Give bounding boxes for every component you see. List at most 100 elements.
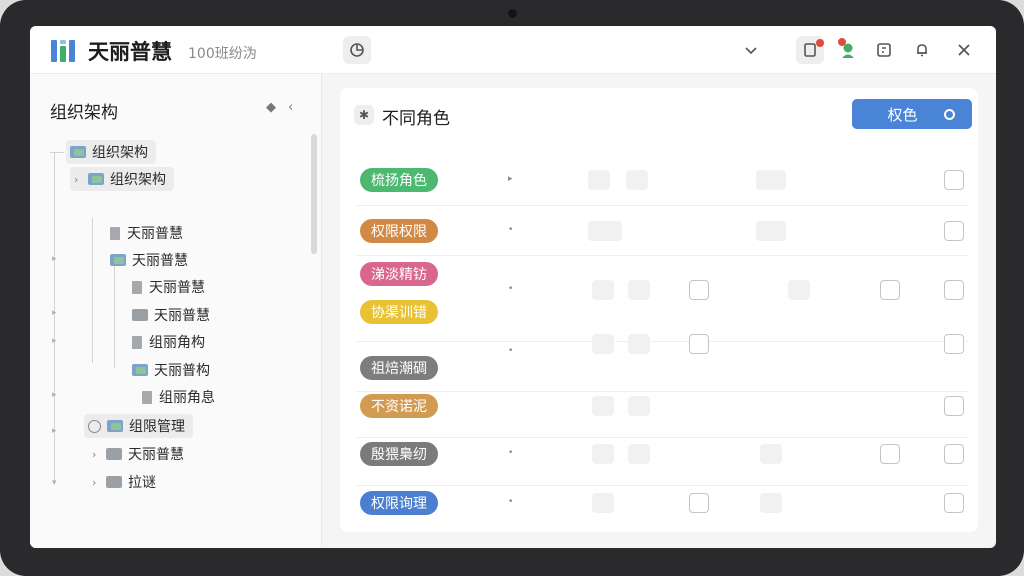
collapse-icon[interactable]: ‹ <box>288 100 305 115</box>
org-sidebar: 组织架构 ◆‹ ▸ ▸ ▸ ▸ ▸ ▾ 组织架构 › 组织架构 天丽普慧 天丽普… <box>30 74 322 548</box>
role-checkbox[interactable] <box>944 493 964 513</box>
close-icon <box>958 44 970 56</box>
role-checkbox[interactable] <box>944 170 964 190</box>
user-badge-dot <box>838 38 846 46</box>
role-tag: 殷猥梟纫 <box>360 442 438 466</box>
role-checkbox[interactable] <box>944 221 964 241</box>
tree-item[interactable]: 组织架构 <box>66 140 156 164</box>
placeholder-block <box>588 170 610 190</box>
role-tag: 祖焙潮碉 <box>360 356 438 380</box>
primary-button-label: 权色 <box>887 105 918 124</box>
tree-tick: ▸ <box>52 426 57 436</box>
placeholder-block <box>592 493 614 513</box>
tree-item-label: 组丽角构 <box>149 335 205 351</box>
role-checkbox[interactable] <box>689 493 709 513</box>
placeholder-block <box>760 493 782 513</box>
gear-icon[interactable] <box>88 419 101 433</box>
document-icon <box>132 280 142 294</box>
tree-tick: ▸ <box>52 308 57 318</box>
role-tag: 权限询理 <box>360 491 438 515</box>
app-logo-icon <box>51 40 75 62</box>
role-tag: 权限权限 <box>360 219 438 243</box>
tree-item-label: 组织架构 <box>92 145 148 161</box>
camera-dot <box>508 9 517 18</box>
sidebar-tools: ◆‹ <box>266 100 305 115</box>
role-checkbox[interactable] <box>880 444 900 464</box>
tree-item[interactable]: 天丽普慧 <box>110 248 188 272</box>
tree-item[interactable]: › 天丽普慧 <box>92 442 184 466</box>
role-checkbox[interactable] <box>689 334 709 354</box>
row-marker: • <box>508 497 514 507</box>
role-checkbox[interactable] <box>944 280 964 300</box>
role-row-group[interactable]: 涕淡精钫 协渠训错 • <box>356 256 968 342</box>
placeholder-block <box>756 170 786 190</box>
row-marker: • <box>508 448 514 458</box>
bell-button[interactable] <box>908 36 936 64</box>
pin-icon[interactable]: ◆ <box>266 100 288 115</box>
folder-icon <box>107 420 123 432</box>
role-row[interactable]: 殷猥梟纫 • <box>356 438 968 486</box>
tree-item-label: 天丽普构 <box>154 363 210 379</box>
dropdown-button[interactable] <box>737 36 765 64</box>
tree-item[interactable]: 组丽角构 <box>132 330 205 354</box>
user-button[interactable] <box>834 36 862 64</box>
row-marker: • <box>508 225 514 235</box>
tablet-button[interactable] <box>796 36 824 64</box>
grid-icon <box>877 43 891 57</box>
circle-icon <box>943 108 955 120</box>
tree-item[interactable]: 天丽普构 <box>132 358 210 382</box>
role-row[interactable]: 不资诺泥 <box>356 392 968 438</box>
role-tag: 涕淡精钫 <box>360 262 438 286</box>
chevron-right-icon[interactable]: › <box>92 448 106 461</box>
document-icon <box>110 226 120 240</box>
role-checkbox[interactable] <box>689 280 709 300</box>
row-marker: • <box>508 284 514 294</box>
folder-icon <box>70 146 86 158</box>
device-bezel: 天丽普慧 100班纷沩 组织架构 ◆‹ ▸ ▸ ▸ ▸ ▸ ▾ 组织架构 › 组… <box>0 0 1024 576</box>
placeholder-block <box>628 334 650 354</box>
folder-icon <box>88 173 104 185</box>
tree-item[interactable]: › 组织架构 <box>70 167 174 191</box>
tree-item[interactable]: 天丽普慧 <box>132 275 205 299</box>
tree-item-label: 天丽普慧 <box>128 447 184 463</box>
tree-tick: ▸ <box>52 336 57 346</box>
placeholder-block <box>588 221 622 241</box>
role-row[interactable]: 权限询理 • <box>356 486 968 526</box>
chart-button[interactable] <box>343 36 371 64</box>
role-row[interactable]: 祖焙潮碉 • <box>356 334 968 392</box>
placeholder-block <box>628 396 650 416</box>
role-tag: 协渠训错 <box>360 300 438 324</box>
app-subtitle: 100班纷沩 <box>188 46 257 62</box>
app-screen: 天丽普慧 100班纷沩 组织架构 ◆‹ ▸ ▸ ▸ ▸ ▸ ▾ 组织架构 › 组… <box>30 26 996 548</box>
tree-item[interactable]: 天丽普慧 <box>110 221 183 245</box>
chevron-right-icon[interactable]: › <box>74 173 88 186</box>
role-row[interactable]: 梳扬角色 ▸ <box>356 156 968 206</box>
tree-item[interactable]: 天丽普慧 <box>132 303 210 327</box>
chevron-right-icon[interactable]: › <box>92 476 106 489</box>
role-row[interactable]: 权限权限 • <box>356 206 968 256</box>
sidebar-scrollbar[interactable] <box>311 134 317 254</box>
tree-item-label: 组限管理 <box>129 419 185 435</box>
grid-button[interactable] <box>870 36 898 64</box>
close-button[interactable] <box>950 36 978 64</box>
document-icon <box>142 390 152 404</box>
role-checkbox[interactable] <box>944 444 964 464</box>
primary-role-button[interactable]: 权色 <box>852 99 972 129</box>
role-checkbox[interactable] <box>944 396 964 416</box>
tree-item[interactable]: 组丽角息 <box>142 385 215 409</box>
placeholder-block <box>626 170 648 190</box>
tree-guide-line <box>92 218 93 363</box>
sidebar-title: 组织架构 <box>50 103 118 123</box>
row-marker: ▸ <box>508 174 513 184</box>
tree-item-label: 拉谜 <box>128 475 156 491</box>
folder-icon <box>106 448 122 460</box>
folder-icon <box>132 364 148 376</box>
placeholder-block <box>592 444 614 464</box>
notification-dot <box>816 39 824 47</box>
tree-item[interactable]: 组限管理 <box>84 414 193 438</box>
tree-item[interactable]: › 拉谜 <box>92 470 156 494</box>
tree-item-label: 天丽普慧 <box>127 226 183 242</box>
role-checkbox[interactable] <box>944 334 964 354</box>
placeholder-block <box>760 444 782 464</box>
role-checkbox[interactable] <box>880 280 900 300</box>
